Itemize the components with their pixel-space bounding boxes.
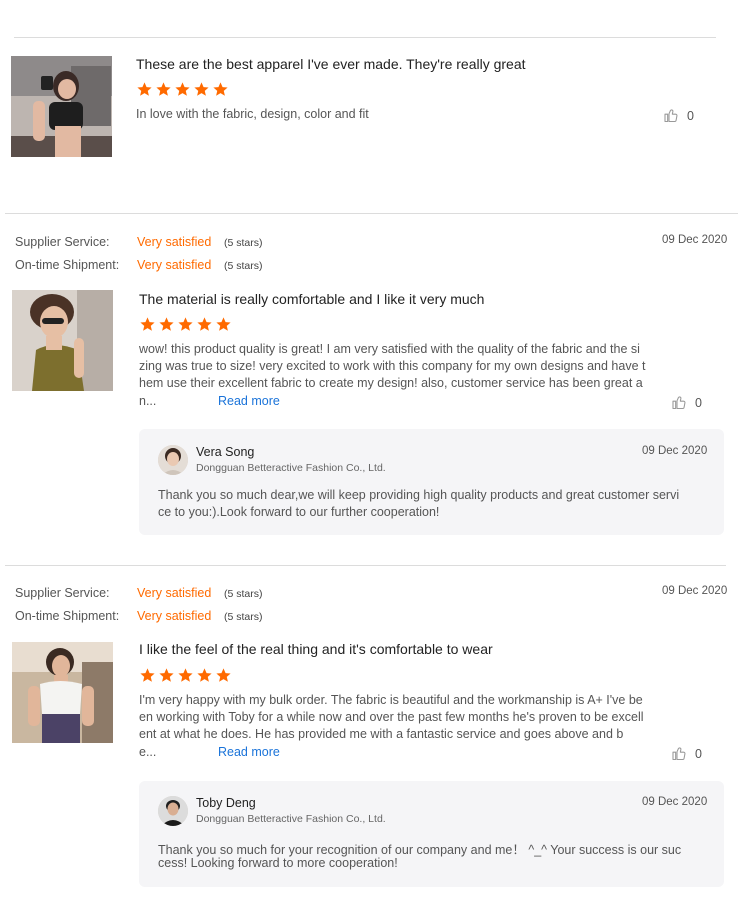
review-photo[interactable]: [12, 290, 113, 391]
star-icon: [212, 81, 229, 98]
reply-company: Dongguan Betteractive Fashion Co., Ltd.: [196, 462, 386, 474]
review-date: 09 Dec 2020: [662, 585, 728, 597]
review-body-line: wow! this product quality is great! I am…: [139, 342, 640, 356]
review-photo[interactable]: [11, 56, 112, 157]
like-button[interactable]: 0: [663, 107, 694, 124]
review-body-line: I'm very happy with my bulk order. The f…: [139, 693, 643, 707]
reply-date: 09 Dec 2020: [642, 796, 708, 808]
review-body-line: ent at what he does. He has provided me …: [139, 727, 624, 741]
star-icon: [158, 667, 175, 684]
star-icon: [158, 316, 175, 333]
star-icon: [215, 316, 232, 333]
supplier-reply: Vera Song Dongguan Betteractive Fashion …: [139, 429, 724, 535]
thumbs-up-icon: [671, 394, 687, 411]
star-icon: [174, 81, 191, 98]
shipment-value: Very satisfied: [137, 258, 212, 272]
star-icon: [177, 316, 194, 333]
avatar: [158, 445, 188, 475]
thumbs-up-icon: [663, 107, 679, 124]
like-button[interactable]: 0: [671, 394, 702, 411]
shipment-label: On-time Shipment:: [15, 609, 120, 623]
rating-stars: [139, 667, 232, 684]
star-icon: [196, 316, 213, 333]
star-icon: [196, 667, 213, 684]
rating-stars: [136, 81, 229, 98]
review-date: 09 Dec 2020: [662, 234, 728, 246]
star-icon: [139, 316, 156, 333]
like-button[interactable]: 0: [671, 745, 702, 762]
star-icon: [193, 81, 210, 98]
review-body-line: zing was true to size! very excited to w…: [139, 359, 646, 373]
shipment-stars: (5 stars): [224, 260, 263, 272]
like-count: 0: [695, 395, 702, 410]
reply-text-line: Thank you so much dear,we will keep prov…: [158, 488, 680, 502]
star-icon: [215, 667, 232, 684]
star-icon: [155, 81, 172, 98]
star-icon: [139, 667, 156, 684]
read-more-link[interactable]: Read more: [218, 745, 280, 759]
star-icon: [177, 667, 194, 684]
supplier-service-value: Very satisfied: [137, 586, 212, 600]
supplier-service-label: Supplier Service:: [15, 235, 110, 249]
review-body-line: n...: [139, 394, 157, 408]
star-icon: [136, 81, 153, 98]
reply-author-name: Vera Song: [196, 445, 255, 459]
reply-text-line: cess! Looking forward to more cooperatio…: [158, 856, 398, 870]
supplier-reply: Toby Deng Dongguan Betteractive Fashion …: [139, 781, 724, 887]
read-more-link[interactable]: Read more: [218, 394, 280, 408]
review-divider: [5, 213, 738, 214]
review-body-line: e...: [139, 745, 157, 759]
reply-author-name: Toby Deng: [196, 796, 256, 810]
like-count: 0: [687, 108, 694, 123]
reply-text-line: ce to you:).Look forward to our further …: [158, 505, 440, 519]
review-title: The material is really comfortable and I…: [139, 291, 485, 307]
shipment-value: Very satisfied: [137, 609, 212, 623]
shipment-stars: (5 stars): [224, 611, 263, 623]
rating-stars: [139, 316, 232, 333]
review-photo[interactable]: [12, 642, 113, 743]
top-divider: [14, 37, 716, 38]
review-divider: [5, 565, 726, 566]
supplier-service-value: Very satisfied: [137, 235, 212, 249]
reply-date: 09 Dec 2020: [642, 445, 708, 457]
review-body-line: en working with Toby for a while now and…: [139, 710, 644, 724]
avatar: [158, 796, 188, 826]
review-comment: In love with the fabric, design, color a…: [136, 107, 369, 121]
reply-company: Dongguan Betteractive Fashion Co., Ltd.: [196, 813, 386, 825]
review-title: I like the feel of the real thing and it…: [139, 641, 493, 657]
review-title: These are the best apparel I've ever mad…: [136, 56, 526, 72]
like-count: 0: [695, 746, 702, 761]
thumbs-up-icon: [671, 745, 687, 762]
shipment-label: On-time Shipment:: [15, 258, 120, 272]
review-body-line: hem use their excellent fabric to create…: [139, 376, 643, 390]
supplier-service-label: Supplier Service:: [15, 586, 110, 600]
supplier-service-stars: (5 stars): [224, 237, 263, 249]
supplier-service-stars: (5 stars): [224, 588, 263, 600]
